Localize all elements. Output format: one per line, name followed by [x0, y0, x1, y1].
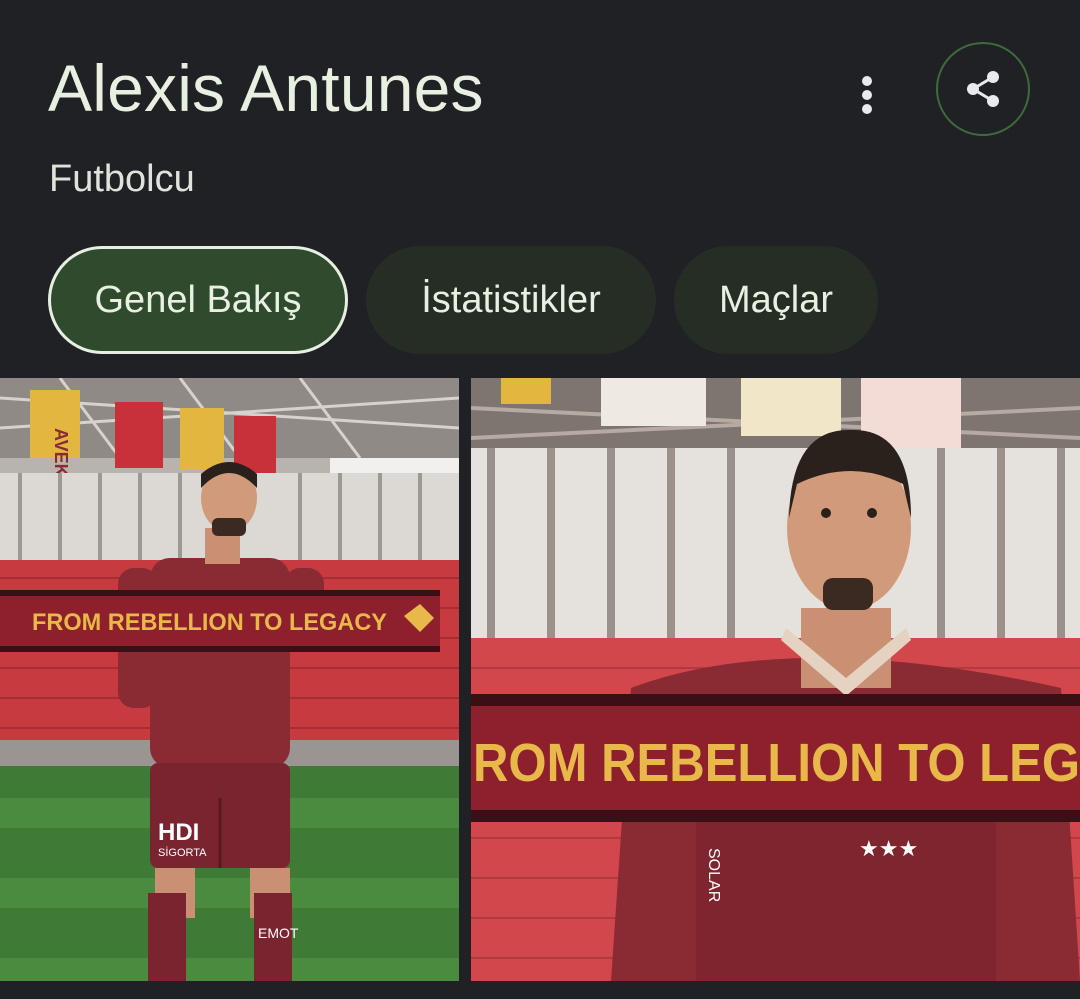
player-photo-1[interactable]: AVEK HDI SİGORTA EMOT FROM REBELLION TO …: [0, 378, 459, 981]
bottom-strip: [0, 981, 1080, 999]
shirt-side-text: SOLAR: [705, 848, 722, 902]
more-vert-icon: [862, 76, 872, 114]
player-photo-1-image: AVEK HDI SİGORTA EMOT FROM REBELLION TO …: [0, 378, 459, 981]
page-title: Alexis Antunes: [48, 51, 484, 125]
scarf-text: FROM REBELLION TO LEGACY: [32, 609, 387, 636]
page-subtitle: Futbolcu: [49, 158, 195, 200]
banner-text: AVEK: [51, 428, 71, 477]
shorts-sponsor: HDI: [158, 819, 199, 846]
tab-label: İstatistikler: [421, 278, 601, 321]
svg-text:★★★: ★★★: [859, 837, 918, 862]
more-options-button[interactable]: [840, 68, 894, 122]
share-icon: [967, 71, 999, 107]
tab-istatistikler[interactable]: İstatistikler: [366, 246, 656, 354]
scarf-text: ROM REBELLION TO LEG: [473, 733, 1080, 793]
tab-label: Maçlar: [718, 278, 834, 321]
tab-label: Genel Bakış: [94, 278, 302, 321]
sock-text: EMOT: [258, 925, 299, 941]
player-photo-2[interactable]: ROM REBELLION TO LEG ★★★ SOLAR: [471, 378, 1080, 981]
tab-maclar[interactable]: Maçlar: [674, 246, 878, 354]
share-button[interactable]: [936, 42, 1030, 136]
tab-genel-bakis[interactable]: Genel Bakış: [48, 246, 348, 354]
shorts-sponsor-sub: SİGORTA: [158, 846, 207, 859]
player-photo-2-image: ROM REBELLION TO LEG ★★★ SOLAR: [471, 378, 1080, 981]
